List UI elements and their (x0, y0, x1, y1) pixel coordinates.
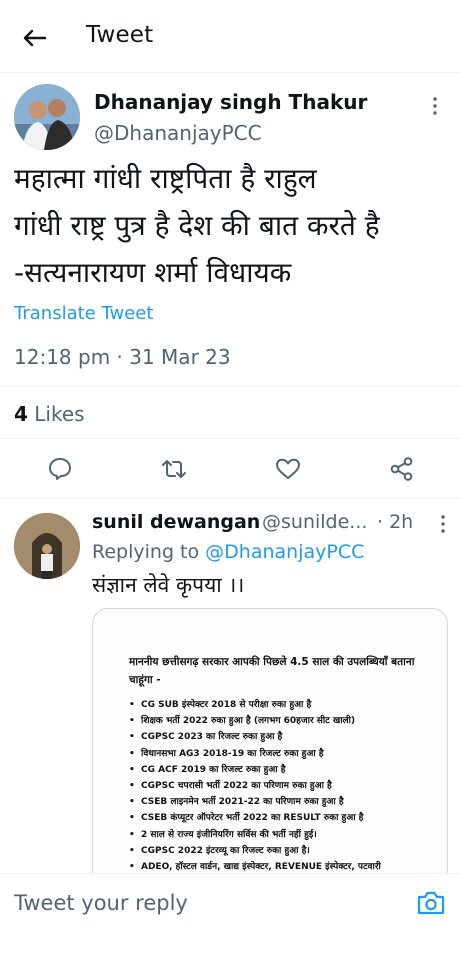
likes-link[interactable]: 4 Likes (14, 402, 85, 426)
reply-more-options-icon[interactable] (436, 513, 450, 535)
list-item: CGPSC 2023 का रिजल्ट रुका हुआ है (129, 729, 439, 745)
page-title: Tweet (86, 22, 154, 48)
attachment-heading: माननीय छत्तीसगढ़ सरकार आपकी पिछले 4.5 सा… (129, 656, 415, 686)
author-avatar[interactable] (14, 84, 80, 150)
list-item: CGPSC चपरासी भर्ती 2022 का परिणाम रुका ह… (129, 778, 439, 794)
replying-to-handle[interactable]: @DhananjayPCC (205, 541, 364, 563)
replying-to: Replying to @DhananjayPCC (92, 541, 364, 563)
list-item: CG SUB इंस्पेक्टर 2018 से परीक्षा रुका ह… (129, 697, 439, 713)
retweet-icon[interactable] (160, 455, 188, 483)
author-name[interactable]: Dhananjay singh Thakur (94, 90, 367, 114)
list-item: CGPSC 2022 इंटरव्यू का रिजल्ट रुका हुआ ह… (129, 843, 439, 859)
reply-author-name[interactable]: sunil dewangan (92, 511, 260, 533)
reply-author-photo (14, 513, 80, 579)
back-arrow-icon[interactable] (18, 22, 50, 54)
list-item: शिक्षक भर्ती 2022 रुका हुआ है (लगभग 60हज… (129, 713, 439, 729)
reply-author-handle[interactable]: @sunilde... (262, 511, 367, 533)
divider (0, 386, 461, 387)
reply-text: संज्ञान लेवे कृपया ।। (92, 573, 245, 597)
likes-count: 4 (14, 402, 28, 426)
list-item: CSEB कंप्यूटर ऑपरेटर भर्ती 2022 का RESUL… (129, 810, 439, 826)
reply-icon[interactable] (46, 455, 74, 483)
attachment-list: CG SUB इंस्पेक्टर 2018 से परीक्षा रुका ह… (129, 697, 439, 875)
translate-tweet-link[interactable]: Translate Tweet (14, 303, 153, 324)
list-item: CSEB लाइनमेन भर्ती 2021-22 का परिणाम रुक… (129, 794, 439, 810)
top-bar (0, 0, 461, 73)
divider (0, 498, 461, 499)
tweet-text: महात्मा गांधी राष्ट्रपिता है राहुल गांधी… (14, 162, 380, 289)
like-icon[interactable] (274, 455, 302, 483)
reply-time[interactable]: · 2h (377, 511, 413, 533)
reply-input[interactable]: Tweet your reply (14, 891, 188, 915)
tweet-timestamp[interactable]: 12:18 pm · 31 Mar 23 (14, 345, 231, 369)
likes-label: Likes (34, 402, 85, 426)
list-item: CG ACF 2019 का रिजल्ट रुका हुआ है (129, 762, 439, 778)
share-icon[interactable] (388, 455, 416, 483)
more-options-icon[interactable] (428, 94, 442, 118)
camera-icon[interactable] (416, 889, 446, 917)
author-photo (14, 84, 80, 150)
attached-image[interactable]: माननीय छत्तीसगढ़ सरकार आपकी पिछले 4.5 सा… (92, 608, 448, 900)
replying-to-prefix: Replying to (92, 541, 200, 563)
divider (0, 438, 461, 439)
reply-author-avatar[interactable] (14, 513, 80, 579)
list-item: 2 साल से राज्य इंजीनियरिंग सर्विस की भर्… (129, 827, 439, 843)
list-item: विधानसभा AG3 2018-19 का रिजल्ट रुका हुआ … (129, 746, 439, 762)
author-handle[interactable]: @DhananjayPCC (94, 121, 262, 145)
